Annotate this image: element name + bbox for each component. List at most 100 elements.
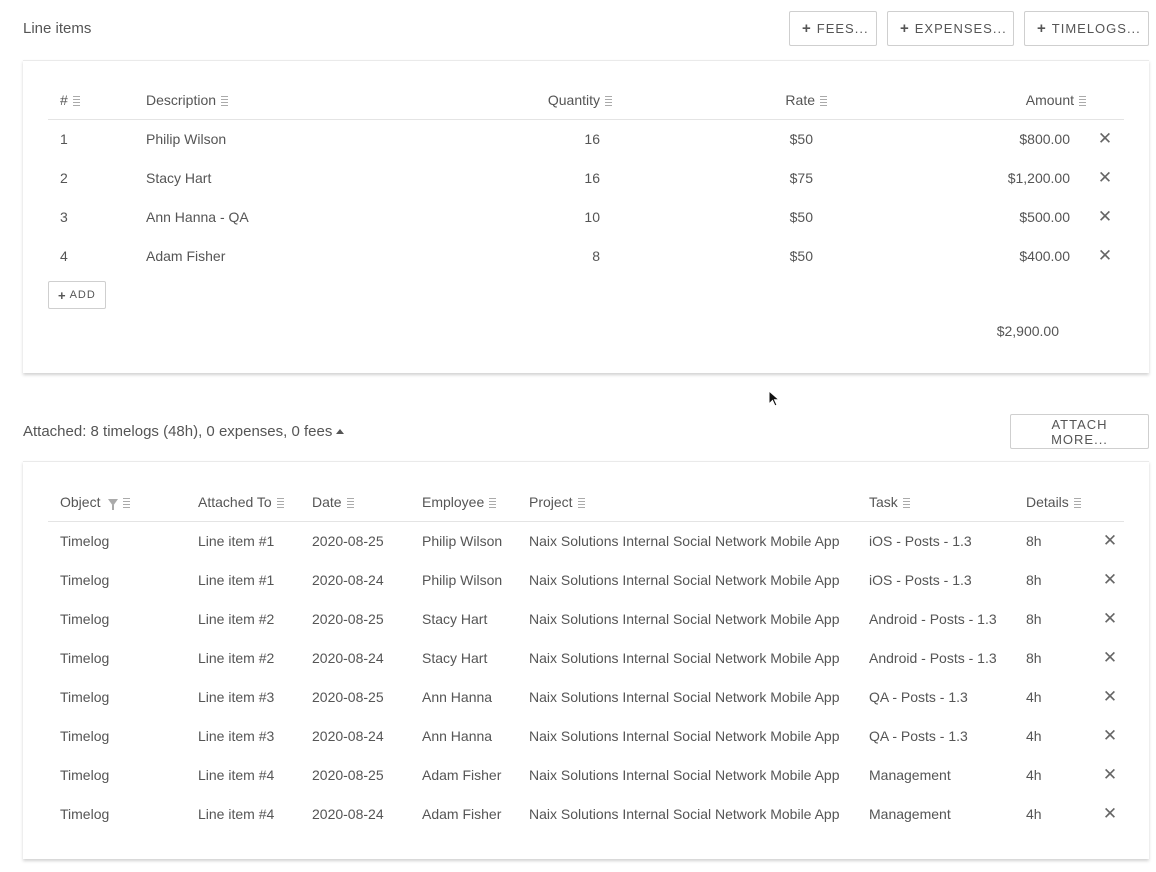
line-item-rate: $50 bbox=[789, 130, 813, 147]
column-menu-icon[interactable] bbox=[346, 497, 354, 508]
attach-more-button[interactable]: ATTACH MORE... bbox=[1010, 414, 1149, 449]
attached-summary-toggle[interactable]: Attached: 8 timelogs (48h), 0 expenses, … bbox=[23, 423, 345, 440]
line-item-description: Stacy Hart bbox=[146, 169, 212, 186]
line-item-rate: $50 bbox=[789, 208, 813, 225]
close-icon[interactable]: ✕ bbox=[1096, 560, 1124, 599]
attached-task: Android - Posts - 1.3 bbox=[869, 649, 997, 666]
attached-object: Timelog bbox=[60, 805, 110, 822]
column-menu-icon[interactable] bbox=[221, 95, 229, 106]
column-header-description[interactable]: Description bbox=[146, 81, 436, 120]
table-row: Timelog Line item #1 2020-08-24 Philip Wils… bbox=[48, 560, 1124, 599]
attached-summary: Attached: 8 timelogs (48h), 0 expenses, … bbox=[23, 423, 333, 440]
filter-icon[interactable] bbox=[108, 498, 119, 510]
add-line-item-button[interactable]: + ADD bbox=[48, 281, 106, 309]
line-item-rate: $50 bbox=[789, 247, 813, 264]
column-menu-icon[interactable] bbox=[605, 95, 612, 106]
column-menu-icon[interactable] bbox=[1079, 95, 1086, 106]
column-menu-icon[interactable] bbox=[123, 497, 131, 508]
column-menu-icon[interactable] bbox=[902, 497, 910, 508]
line-items-header-row: # Description Quantity Rate Amount bbox=[48, 81, 1124, 120]
close-icon[interactable]: ✕ bbox=[1096, 716, 1124, 755]
attached-employee: Ann Hanna bbox=[422, 727, 493, 744]
close-icon[interactable]: ✕ bbox=[1096, 794, 1124, 833]
close-icon[interactable]: ✕ bbox=[1096, 638, 1124, 677]
column-header-quantity[interactable]: Quantity bbox=[436, 81, 612, 120]
line-item-amount: $1,200.00 bbox=[1007, 169, 1070, 186]
attached-details: 8h bbox=[1026, 571, 1042, 588]
column-menu-icon[interactable] bbox=[276, 497, 284, 508]
attached-object: Timelog bbox=[60, 766, 110, 783]
attached-details: 8h bbox=[1026, 610, 1042, 627]
add-fees-label: FEES... bbox=[816, 21, 869, 36]
close-icon[interactable]: ✕ bbox=[1096, 755, 1124, 794]
column-header-employee[interactable]: Employee bbox=[422, 483, 529, 522]
column-menu-icon[interactable] bbox=[820, 95, 827, 106]
attached-employee: Adam Fisher bbox=[422, 766, 502, 783]
attached-details: 4h bbox=[1026, 766, 1042, 783]
column-header-amount[interactable]: Amount bbox=[827, 81, 1086, 120]
close-icon[interactable]: ✕ bbox=[1096, 521, 1124, 560]
line-item-quantity: 10 bbox=[584, 208, 600, 225]
attached-task: QA - Posts - 1.3 bbox=[869, 727, 968, 744]
table-row: Timelog Line item #3 2020-08-25 Ann Hanna Na… bbox=[48, 677, 1124, 716]
line-item-num: 2 bbox=[60, 169, 68, 186]
line-items-title: Line items bbox=[23, 20, 92, 37]
column-header-attached-to[interactable]: Attached To bbox=[198, 483, 312, 522]
caret-up-icon bbox=[336, 429, 345, 434]
column-menu-icon[interactable] bbox=[1073, 497, 1081, 508]
attached-project: Naix Solutions Internal Social Network M… bbox=[529, 805, 840, 822]
attached-task: Management bbox=[869, 805, 951, 822]
close-icon[interactable]: ✕ bbox=[1096, 677, 1124, 716]
attach-more-label: ATTACH MORE... bbox=[1051, 416, 1108, 447]
column-header-object[interactable]: Object bbox=[48, 483, 198, 522]
column-header-details[interactable]: Details bbox=[1026, 483, 1096, 522]
attached-details: 4h bbox=[1026, 688, 1042, 705]
attached-employee: Philip Wilson bbox=[422, 571, 503, 588]
attached-to: Line item #1 bbox=[198, 532, 275, 549]
attached-to: Line item #4 bbox=[198, 805, 275, 822]
column-header-num[interactable]: # bbox=[48, 81, 146, 120]
close-icon[interactable]: ✕ bbox=[1096, 599, 1124, 638]
attached-to: Line item #1 bbox=[198, 571, 275, 588]
add-expenses-label: EXPENSES... bbox=[914, 21, 1007, 36]
attached-table: Object Attached To Date Employee Project… bbox=[48, 483, 1124, 833]
line-item-num: 4 bbox=[60, 247, 68, 264]
attached-header: Attached: 8 timelogs (48h), 0 expenses, … bbox=[23, 414, 1149, 449]
attached-task: iOS - Posts - 1.3 bbox=[869, 571, 972, 588]
attached-date: 2020-08-25 bbox=[312, 688, 384, 705]
add-fees-button[interactable]: + FEES... bbox=[789, 11, 877, 46]
attached-project: Naix Solutions Internal Social Network M… bbox=[529, 688, 840, 705]
column-header-project[interactable]: Project bbox=[529, 483, 869, 522]
attached-object: Timelog bbox=[60, 649, 110, 666]
attached-object: Timelog bbox=[60, 727, 110, 744]
attached-date: 2020-08-24 bbox=[312, 649, 384, 666]
attached-object: Timelog bbox=[60, 688, 110, 705]
add-expenses-button[interactable]: + EXPENSES... bbox=[887, 11, 1014, 46]
attached-employee: Stacy Hart bbox=[422, 649, 488, 666]
close-icon[interactable]: ✕ bbox=[1086, 119, 1124, 158]
close-icon[interactable]: ✕ bbox=[1086, 197, 1124, 236]
close-icon[interactable]: ✕ bbox=[1086, 236, 1124, 275]
line-item-amount: $400.00 bbox=[1019, 247, 1070, 264]
attached-project: Naix Solutions Internal Social Network M… bbox=[529, 649, 840, 666]
attached-project: Naix Solutions Internal Social Network M… bbox=[529, 571, 840, 588]
column-menu-icon[interactable] bbox=[577, 497, 585, 508]
add-timelogs-button[interactable]: + TIMELOGS... bbox=[1024, 11, 1149, 46]
column-header-task[interactable]: Task bbox=[869, 483, 1026, 522]
attached-object: Timelog bbox=[60, 532, 110, 549]
column-menu-icon[interactable] bbox=[72, 95, 80, 106]
column-header-rate[interactable]: Rate bbox=[612, 81, 827, 120]
attached-date: 2020-08-24 bbox=[312, 571, 384, 588]
attached-task: iOS - Posts - 1.3 bbox=[869, 532, 972, 549]
attached-details: 8h bbox=[1026, 649, 1042, 666]
attached-to: Line item #2 bbox=[198, 649, 275, 666]
column-header-date[interactable]: Date bbox=[312, 483, 422, 522]
column-menu-icon[interactable] bbox=[489, 497, 497, 508]
mouse-pointer-icon bbox=[768, 390, 780, 407]
add-line-item-label: ADD bbox=[69, 289, 96, 301]
close-icon[interactable]: ✕ bbox=[1086, 158, 1124, 197]
line-item-amount: $500.00 bbox=[1019, 208, 1070, 225]
attached-date: 2020-08-24 bbox=[312, 805, 384, 822]
line-item-rate: $75 bbox=[789, 169, 813, 186]
attached-to: Line item #3 bbox=[198, 688, 275, 705]
